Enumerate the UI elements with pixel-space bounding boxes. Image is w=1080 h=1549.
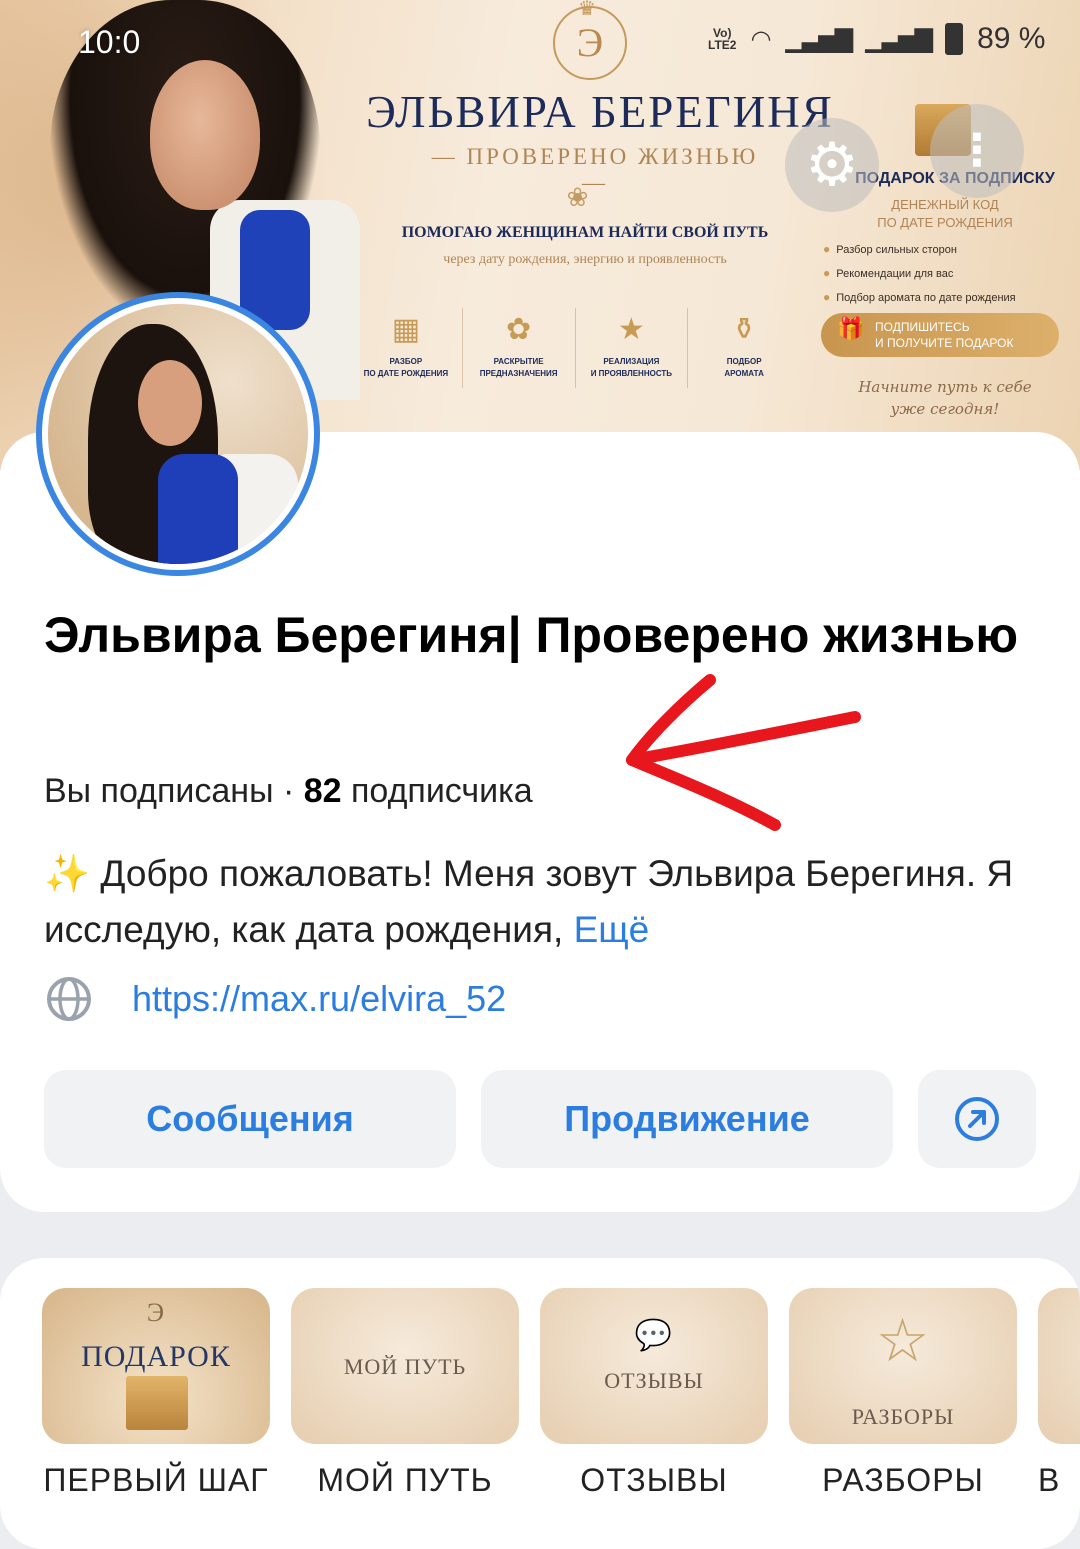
followers-label: подписчика [341, 772, 533, 810]
signal-icon-2: ▁▃▅▇ [865, 25, 933, 53]
cover-signature: Начните путь к себе уже сегодня! [858, 378, 1032, 418]
avatar-dress [158, 454, 238, 564]
avatar-photo [48, 304, 308, 564]
story-item[interactable]: 💬 ОТЗЫВЫ ОТЗЫВЫ [540, 1288, 768, 1499]
star-icon: ★ [617, 313, 645, 346]
story-thumb-text: ОТЗЫВЫ [604, 1368, 704, 1393]
story-item[interactable]: МОЙ ПУТЬ МОЙ ПУТЬ [291, 1288, 519, 1499]
lotus-icon: ✿ [506, 313, 532, 346]
followers-count: 82 [303, 772, 342, 810]
profile-name: Эльвира Берегиня| Проверено жизнью [44, 607, 1019, 663]
followers-line[interactable]: Вы подписаны · 82 подписчика [44, 772, 533, 811]
cover-help-subtext: через дату рождения, энергию и проявленн… [443, 252, 727, 267]
story-label: РАЗБОРЫ [822, 1462, 984, 1498]
battery-level: 89 % [977, 22, 1046, 55]
story-label: В [1038, 1462, 1061, 1498]
share-button[interactable] [918, 1070, 1036, 1168]
calendar-icon: ▦ [391, 313, 421, 346]
globe-icon [47, 977, 91, 1021]
more-vertical-icon: ⋮ [955, 126, 999, 175]
feature-label: РАЗБОР ПО ДАТЕ РОЖДЕНИЯ [363, 357, 449, 378]
status-indicators: Vo) LTE2 ◠ ▁▃▅▇ ▁▃▅▇ 89 % [708, 22, 1045, 56]
cover-features: ▦ РАЗБОР ПО ДАТЕ РОЖДЕНИЯ ✿ РАСКРЫТИЕ ПР… [350, 308, 800, 388]
brand-logo: Э [553, 6, 627, 80]
story-thumb-text: РАЗБОРЫ [851, 1404, 955, 1429]
signal-icon: ▁▃▅▇ [785, 25, 853, 53]
profile-link-row[interactable]: https://max.ru/elvira_52 [44, 974, 506, 1024]
gift-list-item: Подбор аромата по дате рождения [823, 286, 1073, 310]
chat-bubbles-icon: 💬 [634, 1319, 674, 1352]
cover-brand-title: ЭЛЬВИРА БЕРЕГИНЯ [366, 87, 834, 137]
gift-icon [126, 1376, 188, 1430]
wifi-icon: ◠ [750, 25, 772, 53]
story-thumbnail: 💬 ОТЗЫВЫ [540, 1288, 768, 1444]
battery-icon [945, 23, 964, 55]
messages-button[interactable]: Сообщения [44, 1070, 456, 1168]
subscribed-status: Вы подписаны · [44, 772, 304, 810]
feature-item: ⚱ ПОДБОР АРОМАТА [688, 308, 800, 388]
sparkles-icon: ✨ [44, 853, 91, 894]
gear-icon: ⚙ [805, 131, 859, 198]
feature-label: ПОДБОР АРОМАТА [724, 357, 764, 378]
story-item[interactable]: ☆ РАЗБОРЫ РАЗБОРЫ [789, 1288, 1017, 1499]
share-arrow-icon [955, 1097, 999, 1141]
feature-label: РАСКРЫТИЕ ПРЕДНАЗНАЧЕНИЯ [479, 357, 558, 378]
bio-more-link[interactable]: Ещё [574, 909, 650, 950]
gift-list: Разбор сильных сторон Рекомендации для в… [823, 238, 1073, 310]
status-time: 10:0 [78, 24, 141, 60]
feature-label: РЕАЛИЗАЦИЯ И ПРОЯВЛЕННОСТЬ [590, 357, 673, 378]
story-thumbnail: ☆ РАЗБОРЫ [789, 1288, 1017, 1444]
settings-button[interactable]: ⚙ [785, 118, 879, 212]
star-icon: ☆ [875, 1308, 931, 1374]
feature-item: ✿ РАСКРЫТИЕ ПРЕДНАЗНАЧЕНИЯ [463, 308, 576, 388]
story-thumb-text: МОЙ ПУТЬ [343, 1354, 467, 1379]
cover-face [150, 60, 260, 210]
more-options-button[interactable]: ⋮ [930, 104, 1024, 198]
volte-icon: Vo) LTE2 [708, 26, 737, 52]
lotus-icon: ❀ [566, 182, 589, 212]
gift-code: ДЕНЕЖНЫЙ КОД ПО ДАТЕ РОЖДЕНИЯ [877, 197, 1013, 230]
story-item[interactable]: В [1038, 1288, 1080, 1499]
feature-item: ★ РЕАЛИЗАЦИЯ И ПРОЯВЛЕННОСТЬ [576, 308, 689, 388]
avatar-face [138, 360, 202, 446]
stories-section: Э ПОДАРОК ПЕРВЫЙ ШАГ МОЙ ПУТЬ МОЙ ПУТЬ 💬… [0, 1258, 1080, 1549]
story-label: МОЙ ПУТЬ [317, 1462, 493, 1498]
story-label: ОТЗЫВЫ [580, 1462, 728, 1498]
bio-text: Добро пожаловать! Меня зовут Эльвира Бер… [44, 853, 1014, 950]
gift-subscribe-banner: 🎁 ПОДПИШИТЕСЬ И ПОЛУЧИТЕ ПОДАРОК [821, 313, 1059, 357]
avatar[interactable] [36, 292, 320, 576]
annotation-arrow [626, 674, 861, 831]
gift-button-label: ПОДПИШИТЕСЬ И ПОЛУЧИТЕ ПОДАРОК [875, 320, 1014, 350]
story-thumbnail: Э ПОДАРОК [42, 1288, 270, 1444]
gift-list-item: Разбор сильных сторон [823, 238, 1073, 262]
story-thumb-text: ПОДАРОК [81, 1340, 231, 1373]
perfume-icon: ⚱ [731, 313, 757, 346]
profile-bio: ✨ Добро пожаловать! Меня зовут Эльвира Б… [44, 846, 1034, 958]
story-label: ПЕРВЫЙ ШАГ [43, 1462, 269, 1498]
story-thumbnail [1038, 1288, 1080, 1444]
gift-icon: 🎁 [837, 316, 865, 341]
story-thumb-logo: Э [146, 1298, 166, 1327]
profile-link[interactable]: https://max.ru/elvira_52 [132, 978, 506, 1020]
story-item[interactable]: Э ПОДАРОК ПЕРВЫЙ ШАГ [42, 1288, 270, 1499]
feature-item: ▦ РАЗБОР ПО ДАТЕ РОЖДЕНИЯ [350, 308, 463, 388]
cover-help-text: ПОМОГАЮ ЖЕНЩИНАМ НАЙТИ СВОЙ ПУТЬ [401, 224, 769, 241]
promotion-button[interactable]: Продвижение [481, 1070, 893, 1168]
story-thumbnail: МОЙ ПУТЬ [291, 1288, 519, 1444]
gift-list-item: Рекомендации для вас [823, 262, 1073, 286]
